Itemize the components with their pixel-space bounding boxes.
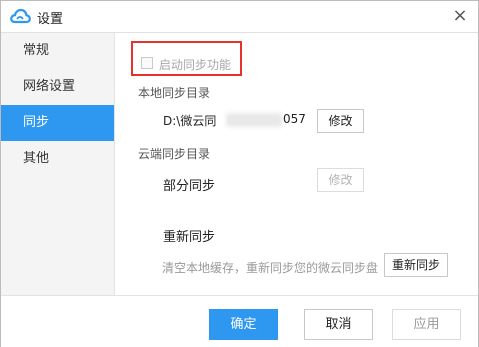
title-bar: 设置 ×: [1, 1, 478, 33]
ok-button[interactable]: 确定: [209, 309, 278, 340]
resync-title: 重新同步: [163, 230, 216, 245]
cancel-button[interactable]: 取消: [304, 309, 373, 340]
close-icon[interactable]: ×: [450, 5, 470, 27]
sidebar-item-other[interactable]: 其他: [1, 141, 114, 177]
modify-local-dir-button[interactable]: 修改: [317, 109, 364, 133]
dialog-footer: 确定 取消 应用: [1, 295, 478, 347]
redacted-path: [226, 113, 282, 127]
sidebar-item-label: 网络设置: [23, 79, 76, 94]
checkbox-square[interactable]: [141, 57, 153, 69]
settings-sidebar: 常规 网络设置 同步 其他: [1, 33, 115, 295]
sidebar-item-label: 常规: [23, 43, 50, 58]
partial-sync-label: 部分同步: [163, 179, 216, 194]
resync-hint: 清空本地缓存，重新同步您的微云同步盘: [162, 261, 379, 275]
sidebar-item-network[interactable]: 网络设置: [1, 69, 114, 105]
sync-settings-panel: 启动同步功能 本地同步目录 D:\微云同 057 修改 云端同步目录 部分同步 …: [115, 33, 478, 295]
cloud-dir-title: 云端同步目录: [138, 147, 211, 161]
resync-button[interactable]: 重新同步: [384, 253, 448, 277]
modify-cloud-dir-button[interactable]: 修改: [317, 168, 364, 192]
settings-window: 设置 × 常规 网络设置 同步 其他 启动同步功能 本地同步目录 D:\微云同 …: [0, 0, 479, 347]
cloud-icon: [9, 7, 31, 25]
local-dir-path-tail: 057: [283, 112, 306, 126]
apply-button[interactable]: 应用: [392, 309, 461, 340]
sidebar-item-label: 其他: [23, 151, 50, 166]
local-dir-path: D:\微云同: [163, 114, 217, 128]
local-dir-title: 本地同步目录: [138, 86, 211, 100]
enable-sync-label: 启动同步功能: [159, 58, 232, 72]
sidebar-item-sync[interactable]: 同步: [1, 105, 114, 141]
sidebar-item-general[interactable]: 常规: [1, 33, 114, 69]
sidebar-item-label: 同步: [23, 115, 50, 130]
window-title: 设置: [37, 12, 64, 27]
